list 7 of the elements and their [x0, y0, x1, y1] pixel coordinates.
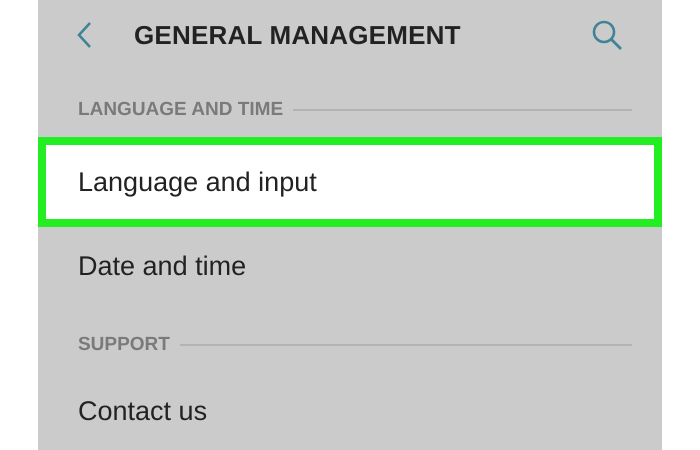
section-header: LANGUAGE AND TIME: [78, 98, 284, 120]
settings-item[interactable]: Language and input: [38, 137, 662, 227]
settings-item[interactable]: Date and time: [38, 227, 662, 305]
search-icon[interactable]: [590, 18, 624, 52]
settings-item[interactable]: Contact us: [38, 372, 662, 450]
screen-title: GENERAL MANAGEMENT: [134, 20, 462, 50]
section-header: SUPPORT: [78, 334, 170, 356]
